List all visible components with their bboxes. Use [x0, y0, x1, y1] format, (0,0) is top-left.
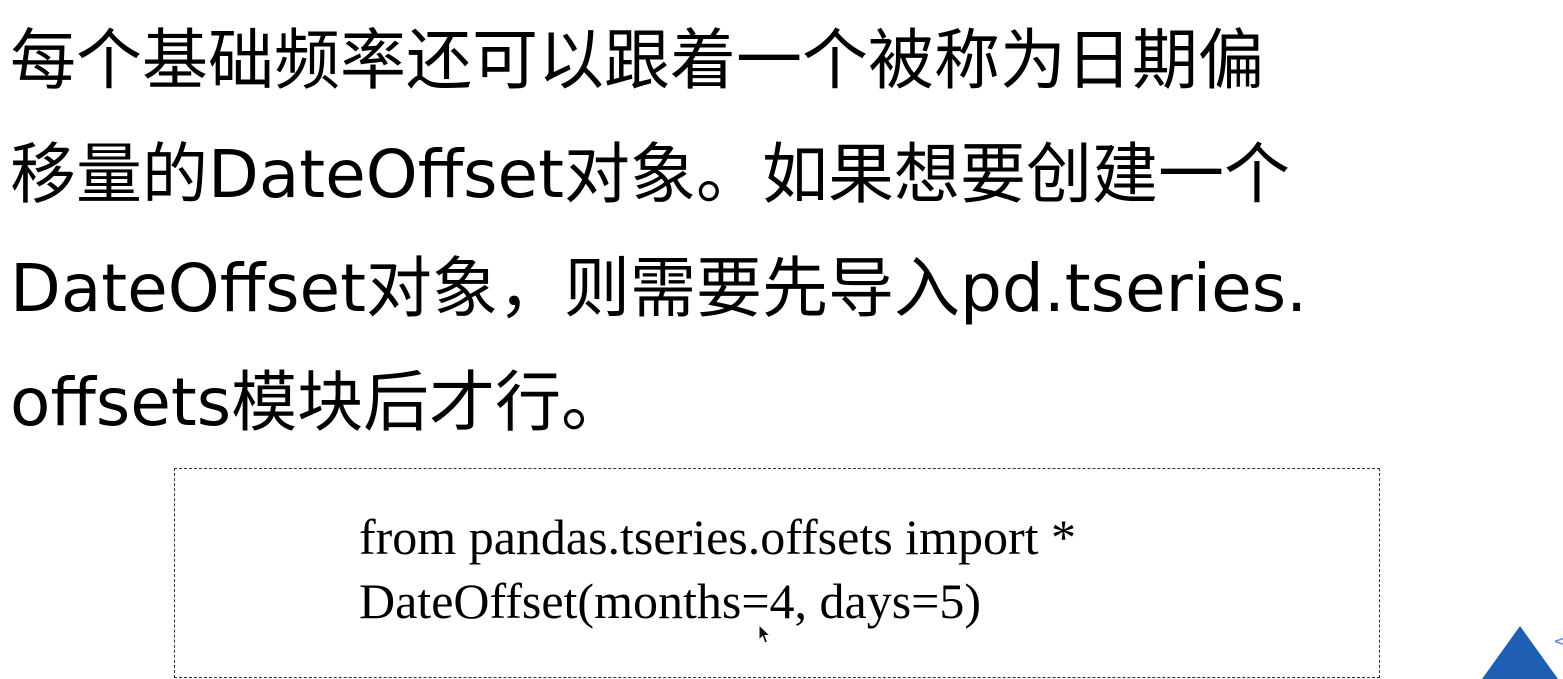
slide-paragraph: 每个基础频率还可以跟着一个被称为日期偏 移量的DateOffset对象。如果想要… — [10, 4, 1540, 460]
paragraph-line-1: 每个基础频率还可以跟着一个被称为日期偏 — [10, 22, 1264, 99]
code-block: from pandas.tseries.offsets import * Dat… — [359, 505, 1076, 633]
slide-canvas: 每个基础频率还可以跟着一个被称为日期偏 移量的DateOffset对象。如果想要… — [0, 0, 1563, 679]
paragraph-line-4: offsets模块后才行。 — [10, 364, 628, 441]
code-example-box: from pandas.tseries.offsets import * Dat… — [174, 468, 1380, 678]
paragraph-line-3: DateOffset对象，则需要先导入pd.tseries. — [10, 250, 1308, 327]
paragraph-line-2: 移量的DateOffset对象。如果想要创建一个 — [10, 136, 1291, 213]
code-line-2: DateOffset(months=4, days=5) — [359, 573, 982, 629]
code-line-1: from pandas.tseries.offsets import * — [359, 509, 1076, 565]
triangle-nav-icon[interactable] — [1482, 626, 1558, 679]
mouse-pointer-icon — [758, 624, 772, 644]
chevron-left-icon[interactable]: < — [1553, 633, 1563, 651]
